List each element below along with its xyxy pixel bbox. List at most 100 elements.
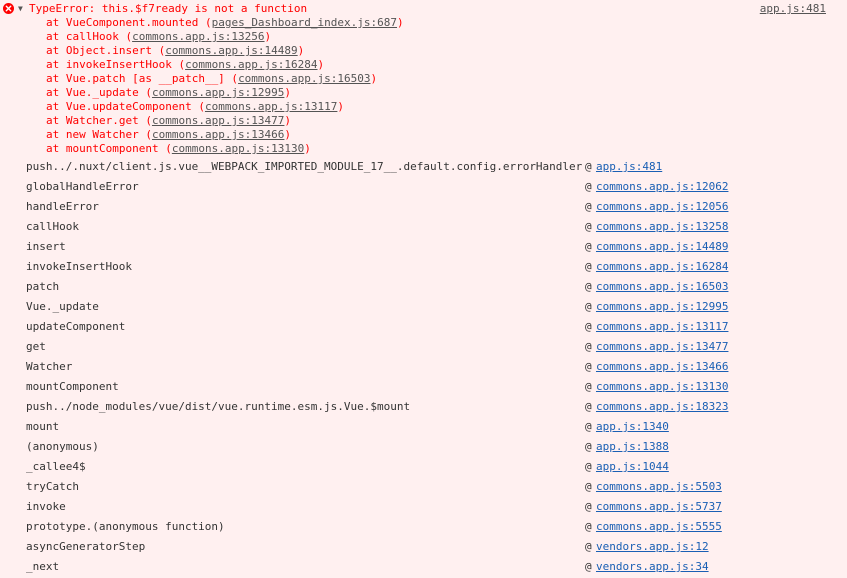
stack-frame-location-link[interactable]: commons.app.js:13256 — [132, 30, 264, 43]
trace-at-sign: @ — [585, 340, 592, 353]
stack-frame-location-link[interactable]: commons.app.js:13477 — [152, 114, 284, 127]
stack-frame-location-link[interactable]: commons.app.js:13466 — [152, 128, 284, 141]
trace-row: callHook @ commons.app.js:13258 — [0, 217, 847, 237]
trace-source-link[interactable]: commons.app.js:13466 — [596, 357, 728, 377]
stack-frame-location-link[interactable]: commons.app.js:12995 — [152, 86, 284, 99]
trace-row: prototype.(anonymous function) @ commons.a… — [0, 517, 847, 537]
stack-frame-line: at Vue.patch [as __patch__] (commons.app… — [0, 72, 847, 86]
trace-at-sign: @ — [585, 520, 592, 533]
trace-source-link[interactable]: commons.app.js:16503 — [596, 277, 728, 297]
trace-source-link[interactable]: commons.app.js:13477 — [596, 337, 728, 357]
trace-source-link[interactable]: commons.app.js:12062 — [596, 177, 728, 197]
trace-source-link[interactable]: vendors.app.js:34 — [596, 557, 709, 577]
stack-frame-location-link[interactable]: commons.app.js:14489 — [165, 44, 297, 57]
trace-source-link[interactable]: commons.app.js:18323 — [596, 397, 728, 417]
trace-at-sign: @ — [585, 420, 592, 433]
trace-source-link[interactable]: commons.app.js:12995 — [596, 297, 728, 317]
trace-row: _next @ vendors.app.js:34 — [0, 557, 847, 577]
trace-function-name: tryCatch — [26, 480, 79, 493]
stack-frame-line: at mountComponent (commons.app.js:13130) — [0, 142, 847, 156]
trace-at-sign: @ — [585, 280, 592, 293]
trace-function-name: asyncGeneratorStep — [26, 540, 146, 553]
stack-frame-text: at mountComponent ( — [46, 142, 172, 155]
error-message: TypeError: this.$f7ready is not a functi… — [29, 2, 308, 15]
stack-frame-location-link[interactable]: commons.app.js:13117 — [205, 100, 337, 113]
trace-function-name: push../node_modules/vue/dist/vue.runtime… — [26, 400, 411, 413]
stack-frame-text: at Vue._update ( — [46, 86, 152, 99]
trace-row: get @ commons.app.js:13477 — [0, 337, 847, 357]
stack-frame-close-paren: ) — [284, 128, 292, 141]
trace-at-sign: @ — [585, 320, 592, 333]
trace-row: invoke @ commons.app.js:5737 — [0, 497, 847, 517]
expand-triangle-icon[interactable]: ▼ — [18, 2, 23, 16]
trace-row: _callee4$ @ app.js:1044 — [0, 457, 847, 477]
trace-source-link[interactable]: commons.app.js:13117 — [596, 317, 728, 337]
stack-frame-close-paren: ) — [284, 86, 292, 99]
trace-source-link[interactable]: commons.app.js:5503 — [596, 477, 722, 497]
stack-frame-text: at VueComponent.mounted ( — [46, 16, 212, 29]
trace-row: push../.nuxt/client.js.vue__WEBPACK_IMPO… — [0, 157, 847, 177]
stack-frame-location-link[interactable]: pages_Dashboard_index.js:687 — [212, 16, 397, 29]
trace-row: (anonymous) @ app.js:1388 — [0, 437, 847, 457]
trace-function-name: callHook — [26, 220, 79, 233]
trace-at-sign: @ — [585, 380, 592, 393]
trace-row: handleError @ commons.app.js:12056 — [0, 197, 847, 217]
trace-row: patch @ commons.app.js:16503 — [0, 277, 847, 297]
stack-frame-close-paren: ) — [297, 44, 305, 57]
trace-function-name: Watcher — [26, 360, 73, 373]
stack-frame-text: at Vue.updateComponent ( — [46, 100, 205, 113]
trace-source-link[interactable]: app.js:1340 — [596, 417, 669, 437]
error-source-link[interactable]: app.js:481 — [760, 2, 826, 16]
stack-frame-text: at Watcher.get ( — [46, 114, 152, 127]
trace-function-name: mount — [26, 420, 60, 433]
stack-frame-text: at Vue.patch [as __patch__] ( — [46, 72, 239, 85]
trace-source-link[interactable]: app.js:1388 — [596, 437, 669, 457]
trace-at-sign: @ — [585, 500, 592, 513]
trace-at-sign: @ — [585, 160, 592, 173]
trace-source-link[interactable]: commons.app.js:16284 — [596, 257, 728, 277]
call-stack-trace: push../.nuxt/client.js.vue__WEBPACK_IMPO… — [0, 157, 847, 577]
trace-row: globalHandleError @ commons.app.js:12062 — [0, 177, 847, 197]
stack-frame-location-link[interactable]: commons.app.js:16503 — [238, 72, 370, 85]
trace-function-name: globalHandleError — [26, 180, 139, 193]
trace-source-link[interactable]: commons.app.js:13130 — [596, 377, 728, 397]
stack-frame-close-paren: ) — [337, 100, 345, 113]
trace-source-link[interactable]: vendors.app.js:12 — [596, 537, 709, 557]
trace-row: push../node_modules/vue/dist/vue.runtime… — [0, 397, 847, 417]
trace-function-name: updateComponent — [26, 320, 126, 333]
trace-at-sign: @ — [585, 200, 592, 213]
trace-function-name: patch — [26, 280, 60, 293]
stack-frame-line: at invokeInsertHook (commons.app.js:1628… — [0, 58, 847, 72]
console-error-entry: ▼ TypeError: this.$f7ready is not a func… — [0, 0, 847, 578]
trace-source-link[interactable]: app.js:481 — [596, 157, 662, 177]
trace-function-name: insert — [26, 240, 66, 253]
trace-at-sign: @ — [585, 260, 592, 273]
stack-frame-line: at Object.insert (commons.app.js:14489) — [0, 44, 847, 58]
stack-frame-location-link[interactable]: commons.app.js:13130 — [172, 142, 304, 155]
stack-frame-close-paren: ) — [317, 58, 325, 71]
trace-function-name: invokeInsertHook — [26, 260, 132, 273]
stack-frame-text: at callHook ( — [46, 30, 133, 43]
trace-row: mountComponent @ commons.app.js:13130 — [0, 377, 847, 397]
stack-frame-close-paren: ) — [284, 114, 292, 127]
trace-source-link[interactable]: commons.app.js:14489 — [596, 237, 728, 257]
stack-frame-line: at Vue._update (commons.app.js:12995) — [0, 86, 847, 100]
trace-function-name: (anonymous) — [26, 440, 99, 453]
stack-frame-location-link[interactable]: commons.app.js:16284 — [185, 58, 317, 71]
trace-at-sign: @ — [585, 240, 592, 253]
trace-function-name: push../.nuxt/client.js.vue__WEBPACK_IMPO… — [26, 160, 583, 173]
trace-source-link[interactable]: commons.app.js:5737 — [596, 497, 722, 517]
trace-row: invokeInsertHook @ commons.app.js:16284 — [0, 257, 847, 277]
trace-at-sign: @ — [585, 220, 592, 233]
stack-frame-text: at new Watcher ( — [46, 128, 152, 141]
trace-at-sign: @ — [585, 460, 592, 473]
trace-source-link[interactable]: commons.app.js:5555 — [596, 517, 722, 537]
trace-source-link[interactable]: commons.app.js:12056 — [596, 197, 728, 217]
trace-source-link[interactable]: commons.app.js:13258 — [596, 217, 728, 237]
stack-frame-line: at VueComponent.mounted (pages_Dashboard… — [0, 16, 847, 30]
trace-at-sign: @ — [585, 480, 592, 493]
trace-source-link[interactable]: app.js:1044 — [596, 457, 669, 477]
stack-frame-close-paren: ) — [370, 72, 378, 85]
stack-frame-close-paren: ) — [397, 16, 404, 29]
stack-frame-line: at new Watcher (commons.app.js:13466) — [0, 128, 847, 142]
